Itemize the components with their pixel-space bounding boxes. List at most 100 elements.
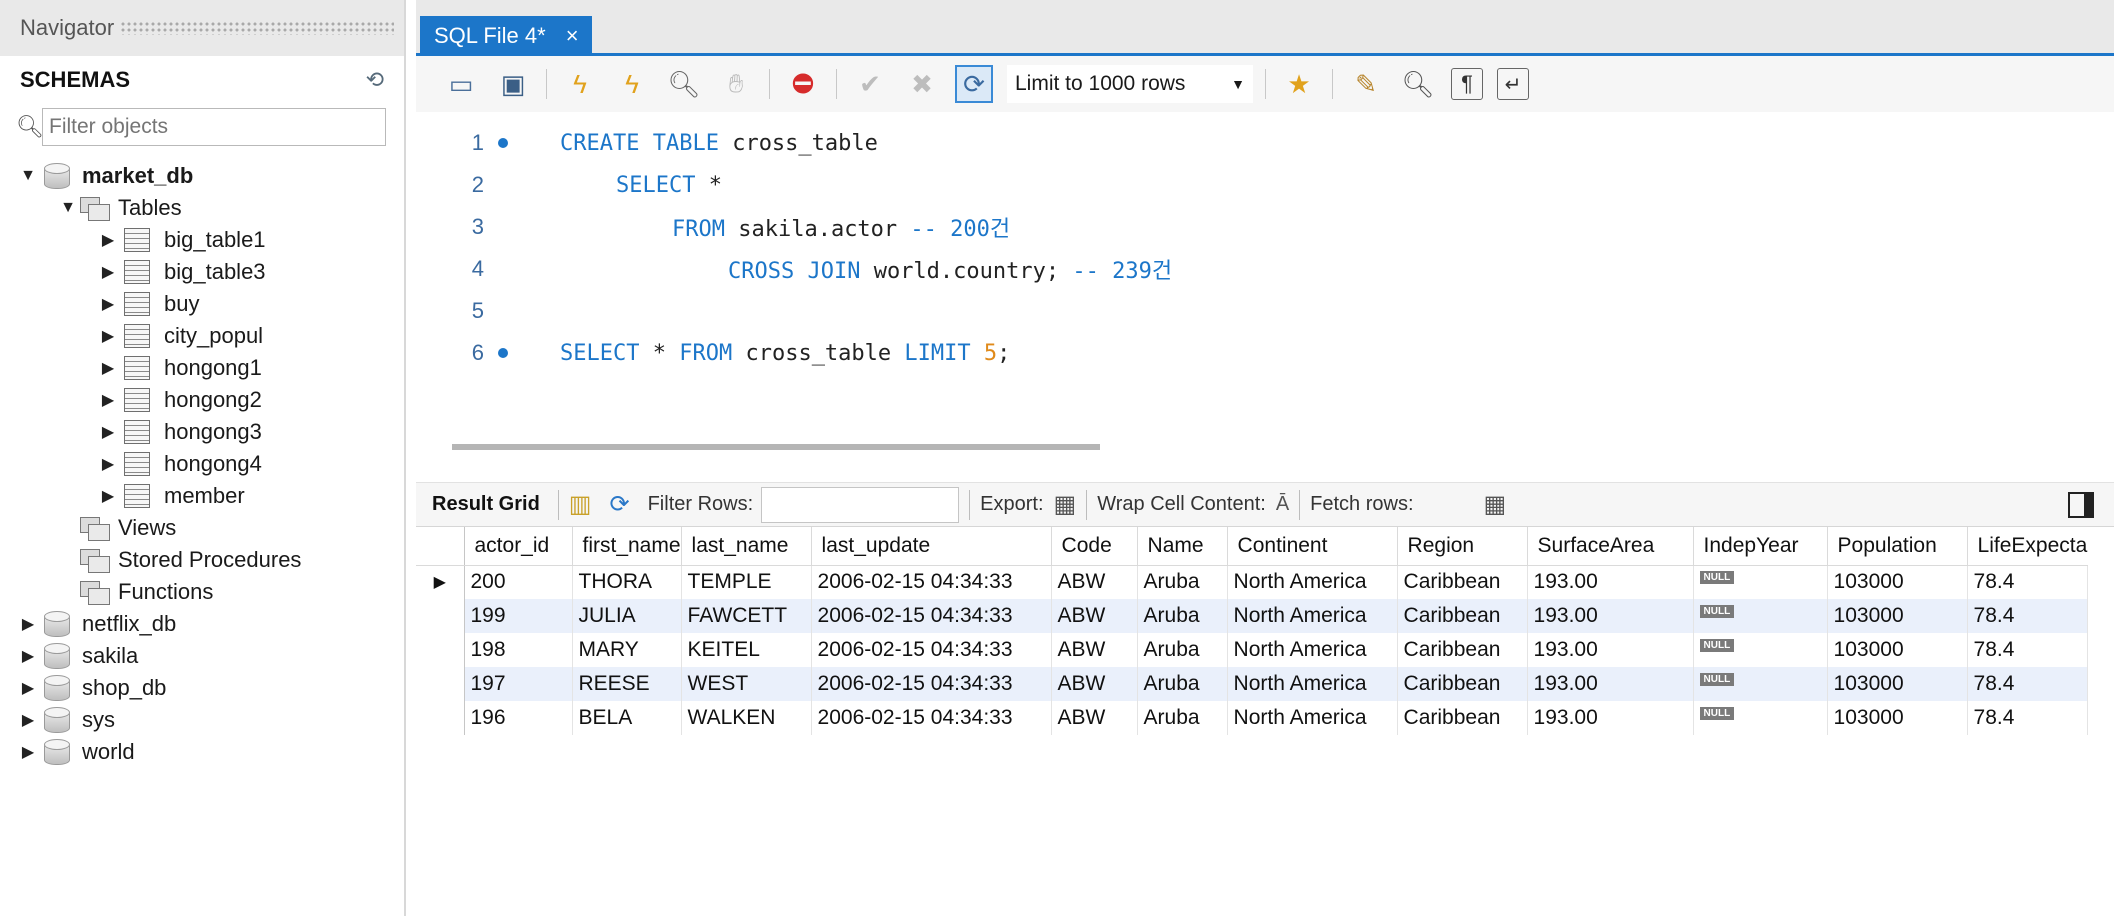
table-cell[interactable]: BELA: [572, 701, 682, 735]
table-cell[interactable]: KEITEL: [681, 633, 812, 667]
tree-item-database[interactable]: ▶ sakila: [0, 640, 404, 672]
table-cell[interactable]: North America: [1227, 701, 1398, 735]
table-row[interactable]: 197 REESE WEST 2006-02-15 04:34:33 ABW Aruba N…: [416, 667, 2088, 701]
filter-rows-input[interactable]: [761, 486, 960, 523]
table-row[interactable]: 199 JULIA FAWCETT 2006-02-15 04:34:33 ABW Aru…: [416, 599, 2088, 633]
expanded-arrow-icon[interactable]: ▼: [16, 167, 40, 185]
table-cell[interactable]: WEST: [681, 667, 812, 701]
table-cell[interactable]: TEMPLE: [681, 565, 812, 599]
grid-layout-icon[interactable]: ▥: [569, 490, 592, 519]
table-cell[interactable]: 193.00: [1527, 565, 1694, 599]
collapsed-arrow-icon[interactable]: ▶: [96, 454, 120, 474]
explain-icon[interactable]: 🔍︎: [665, 65, 703, 103]
table-cell[interactable]: 193.00: [1527, 633, 1694, 667]
add-snippet-star-icon[interactable]: ★: [1280, 65, 1318, 103]
wrap-cell-icon[interactable]: Ā: [1276, 493, 1289, 516]
table-cell[interactable]: North America: [1227, 633, 1398, 667]
column-header[interactable]: last_update: [811, 527, 1052, 566]
table-cell[interactable]: Caribbean: [1397, 667, 1528, 701]
collapsed-arrow-icon[interactable]: ▶: [16, 678, 40, 698]
tree-item-table[interactable]: ▶ hongong1: [0, 352, 404, 384]
tab-sql-file[interactable]: SQL File 4* ×: [420, 16, 592, 56]
table-cell[interactable]: THORA: [572, 565, 682, 599]
table-cell[interactable]: 103000: [1827, 667, 1968, 701]
open-file-icon[interactable]: ▭: [442, 65, 480, 103]
tree-item-stored-procedures[interactable]: Stored Procedures: [0, 544, 404, 576]
find-icon[interactable]: 🔍︎: [1399, 65, 1437, 103]
fetch-rows-icon[interactable]: ▦: [1484, 490, 1507, 519]
column-header[interactable]: IndepYear: [1693, 527, 1828, 566]
column-header[interactable]: Continent: [1227, 527, 1398, 566]
table-cell[interactable]: 197: [464, 667, 573, 701]
table-cell[interactable]: 2006-02-15 04:34:33: [811, 599, 1052, 633]
editor-horizontal-scrollbar[interactable]: [416, 442, 2114, 456]
toggle-continue-on-error-icon[interactable]: ⛔︎: [784, 65, 822, 103]
table-cell[interactable]: 193.00: [1527, 667, 1694, 701]
table-cell[interactable]: North America: [1227, 565, 1398, 599]
tree-item-database[interactable]: ▶ netflix_db: [0, 608, 404, 640]
table-cell-null[interactable]: NULL: [1693, 701, 1828, 735]
current-row-indicator-icon[interactable]: ▶: [416, 565, 465, 599]
table-cell[interactable]: 193.00: [1527, 701, 1694, 735]
refresh-results-icon[interactable]: ⟳: [609, 490, 629, 519]
table-cell[interactable]: 78.4: [1967, 667, 2088, 701]
table-cell[interactable]: 78.4: [1967, 701, 2088, 735]
tree-item-table[interactable]: ▶ big_table3: [0, 256, 404, 288]
rollback-icon[interactable]: ✖: [903, 65, 941, 103]
tree-item-table[interactable]: ▶ hongong2: [0, 384, 404, 416]
table-cell[interactable]: 193.00: [1527, 599, 1694, 633]
table-cell[interactable]: 2006-02-15 04:34:33: [811, 633, 1052, 667]
table-cell[interactable]: Aruba: [1137, 701, 1228, 735]
collapsed-arrow-icon[interactable]: ▶: [96, 358, 120, 378]
refresh-icon[interactable]: ⟲: [366, 67, 384, 93]
table-cell[interactable]: 78.4: [1967, 633, 2088, 667]
table-cell[interactable]: ABW: [1051, 633, 1138, 667]
column-header[interactable]: last_name: [681, 527, 812, 566]
close-icon[interactable]: ×: [566, 23, 579, 49]
row-header[interactable]: [416, 667, 465, 701]
column-header[interactable]: first_name: [572, 527, 682, 566]
toggle-side-panel-icon[interactable]: [2068, 491, 2094, 518]
table-cell[interactable]: Caribbean: [1397, 599, 1528, 633]
table-cell[interactable]: ABW: [1051, 599, 1138, 633]
table-cell[interactable]: Caribbean: [1397, 701, 1528, 735]
table-cell[interactable]: MARY: [572, 633, 682, 667]
table-cell-null[interactable]: NULL: [1693, 667, 1828, 701]
tree-item-table[interactable]: ▶ buy: [0, 288, 404, 320]
table-cell[interactable]: ABW: [1051, 565, 1138, 599]
collapsed-arrow-icon[interactable]: ▶: [16, 742, 40, 762]
tree-item-database[interactable]: ▶ world: [0, 736, 404, 768]
table-cell[interactable]: REESE: [572, 667, 682, 701]
table-row[interactable]: ▶ 200 THORA TEMPLE 2006-02-15 04:34:33 ABW Aru…: [416, 565, 2088, 599]
table-cell[interactable]: ABW: [1051, 667, 1138, 701]
execute-current-icon[interactable]: ϟ: [613, 65, 651, 103]
tree-item-functions[interactable]: Functions: [0, 576, 404, 608]
tree-item-market-db[interactable]: ▼ market_db: [0, 160, 404, 192]
table-cell-null[interactable]: NULL: [1693, 599, 1828, 633]
tree-item-table[interactable]: ▶ hongong3: [0, 416, 404, 448]
word-wrap-icon[interactable]: ↵: [1497, 68, 1529, 100]
table-cell[interactable]: 199: [464, 599, 573, 633]
save-icon[interactable]: ▣: [494, 65, 532, 103]
limit-rows-select[interactable]: Limit to 1000 rows ▼: [1007, 65, 1253, 103]
collapsed-arrow-icon[interactable]: ▶: [96, 230, 120, 250]
table-row[interactable]: 196 BELA WALKEN 2006-02-15 04:34:33 ABW Aruba…: [416, 701, 2088, 735]
table-cell[interactable]: 2006-02-15 04:34:33: [811, 667, 1052, 701]
table-cell[interactable]: ABW: [1051, 701, 1138, 735]
collapsed-arrow-icon[interactable]: ▶: [96, 422, 120, 442]
sql-editor[interactable]: 1 CREATE TABLE cross_table 2 SELECT * 3 …: [416, 112, 2114, 422]
table-cell[interactable]: 103000: [1827, 599, 1968, 633]
table-cell[interactable]: Aruba: [1137, 599, 1228, 633]
tree-item-table[interactable]: ▶ big_table1: [0, 224, 404, 256]
tree-item-tables[interactable]: ▼ Tables: [0, 192, 404, 224]
result-grid-tab[interactable]: Result Grid: [426, 493, 548, 516]
tree-item-views[interactable]: Views: [0, 512, 404, 544]
scrollbar-thumb[interactable]: [452, 444, 1100, 450]
invisible-chars-icon[interactable]: ¶: [1451, 68, 1483, 100]
tree-item-table[interactable]: ▶ member: [0, 480, 404, 512]
table-cell[interactable]: 103000: [1827, 565, 1968, 599]
autocommit-icon[interactable]: ⟳: [955, 65, 993, 103]
tree-item-table[interactable]: ▶ city_popul: [0, 320, 404, 352]
table-cell[interactable]: Aruba: [1137, 633, 1228, 667]
table-cell[interactable]: 103000: [1827, 633, 1968, 667]
